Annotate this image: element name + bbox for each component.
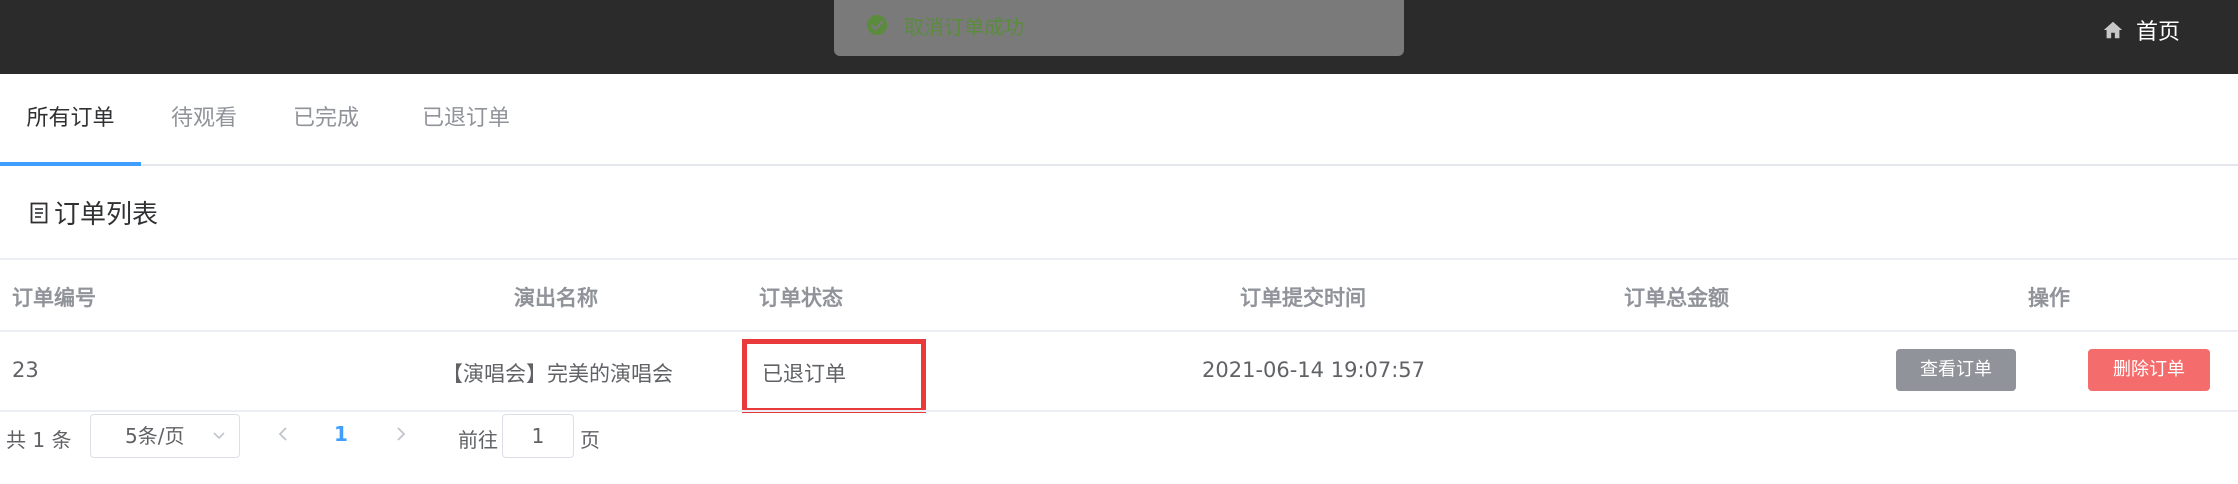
home-label: 首页 (2135, 20, 2180, 45)
tab-refunded[interactable]: 已退订单 (412, 74, 520, 166)
column-header-total: 订单总金额 (1624, 286, 1729, 310)
order-tabs: 所有订单 待观看 已完成 已退订单 (0, 74, 2238, 166)
success-toast: 取消订单成功 (834, 0, 1404, 56)
active-tab-indicator (0, 162, 141, 166)
tab-to-watch[interactable]: 待观看 (160, 74, 248, 166)
column-header-actions: 操作 (2028, 286, 2070, 310)
column-header-submit-time: 订单提交时间 (1240, 286, 1366, 310)
section-divider (0, 258, 2238, 260)
view-order-button[interactable]: 查看订单 (1896, 349, 2016, 391)
check-circle-icon (866, 14, 888, 36)
home-link[interactable]: 首页 (2102, 14, 2180, 46)
section-title: 订单列表 (30, 194, 158, 231)
cell-show-name: 【演唱会】完美的演唱会 (442, 362, 673, 386)
page-size-value: 5条/页 (125, 424, 185, 448)
document-icon (30, 202, 50, 224)
column-header-status: 订单状态 (759, 286, 843, 310)
tab-completed[interactable]: 已完成 (282, 74, 370, 166)
page-size-select[interactable]: 5条/页 (90, 414, 240, 458)
prev-page-icon[interactable] (274, 424, 294, 444)
pagination-total: 共 1 条 (6, 428, 72, 452)
delete-order-button[interactable]: 删除订单 (2088, 349, 2210, 391)
home-icon (2102, 19, 2124, 41)
column-header-show-name: 演出名称 (514, 286, 598, 310)
toast-message: 取消订单成功 (904, 14, 1024, 39)
table-bottom-divider (0, 410, 2238, 412)
tab-all-orders[interactable]: 所有订单 (0, 74, 141, 166)
next-page-icon[interactable] (390, 424, 410, 444)
page-number-current[interactable]: 1 (334, 422, 348, 446)
goto-suffix-label: 页 (580, 428, 600, 452)
cell-submit-time: 2021-06-14 19:07:57 (1202, 358, 1426, 382)
chevron-down-icon (213, 432, 225, 440)
status-highlight-box (742, 339, 926, 413)
goto-page-input[interactable] (502, 414, 574, 458)
column-header-order-id: 订单编号 (12, 286, 96, 310)
cell-order-id: 23 (12, 358, 39, 382)
section-title-text: 订单列表 (54, 200, 159, 230)
table-header-divider (0, 330, 2238, 332)
goto-prefix-label: 前往 (458, 428, 498, 452)
